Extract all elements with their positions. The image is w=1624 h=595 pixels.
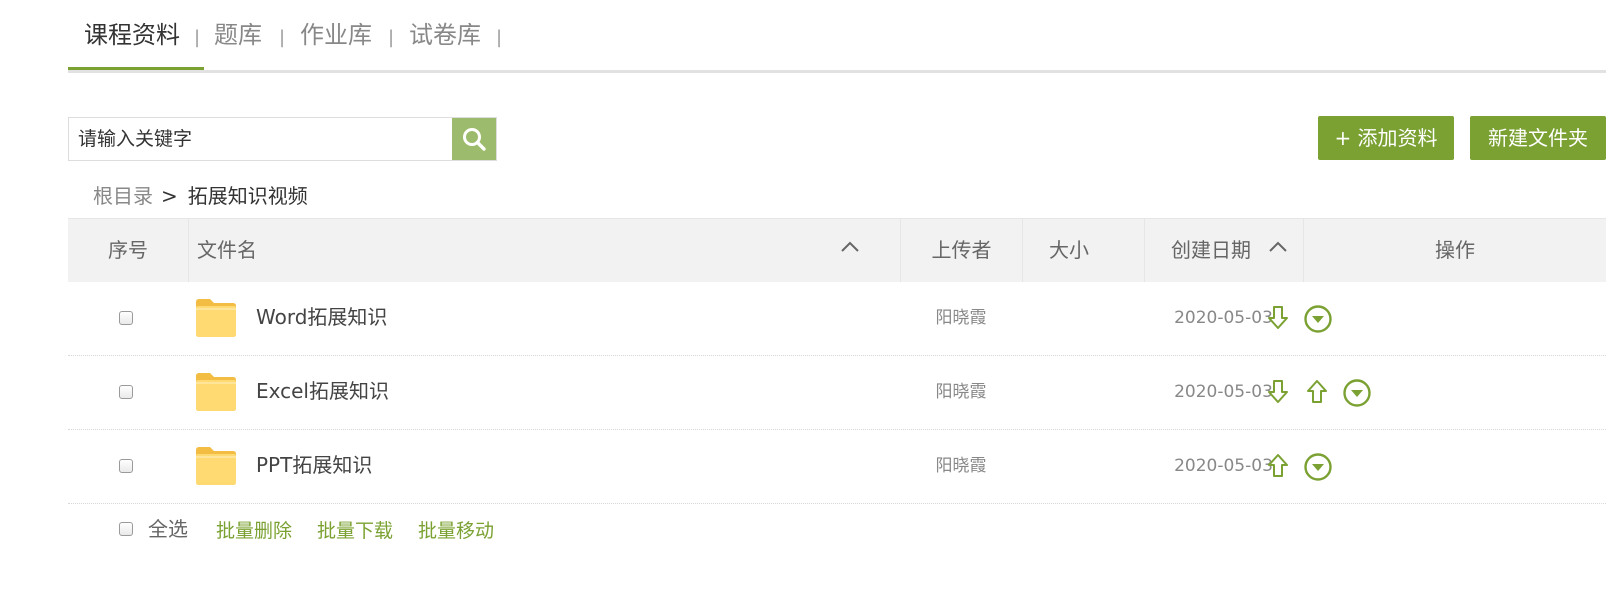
move-down-icon[interactable] — [1266, 304, 1290, 332]
header-date: 创建日期 — [1144, 219, 1303, 282]
add-material-button[interactable]: + 添加资料 — [1318, 116, 1454, 160]
sort-date-chevron-up-icon[interactable] — [1267, 239, 1289, 255]
tab-bar: 课程资料 | 题库 | 作业库 | 试卷库 | — [68, 0, 1606, 73]
breadcrumb-separator: > — [161, 184, 178, 208]
tab-separator: | — [496, 27, 503, 48]
row-checkbox[interactable] — [119, 385, 133, 399]
search-icon — [463, 128, 486, 151]
table-row: Word拓展知识 阳晓霞 2020-05-03 — [68, 282, 1606, 356]
header-date-label: 创建日期 — [1171, 238, 1251, 262]
row-checkbox[interactable] — [119, 459, 133, 473]
tab-homework-bank[interactable]: 作业库 — [300, 18, 372, 52]
table-row: Excel拓展知识 阳晓霞 2020-05-03 — [68, 356, 1606, 430]
row-checkbox[interactable] — [119, 311, 133, 325]
folder-icon — [196, 299, 236, 337]
header-file-name: 文件名 — [188, 219, 900, 282]
select-all-label[interactable]: 全选 — [148, 514, 188, 544]
header-file-name-label: 文件名 — [197, 238, 257, 262]
breadcrumb: 根目录 > 拓展知识视频 — [93, 181, 308, 211]
search-button[interactable] — [452, 118, 496, 160]
sort-name-chevron-up-icon[interactable] — [839, 239, 861, 255]
batch-actions-bar: 全选 批量删除 批量下载 批量移动 — [68, 510, 1606, 550]
tab-exam-bank[interactable]: 试卷库 — [409, 18, 481, 52]
breadcrumb-current: 拓展知识视频 — [187, 184, 308, 208]
tab-course-materials[interactable]: 课程资料 — [84, 18, 180, 52]
move-up-icon[interactable] — [1305, 378, 1329, 406]
tab-question-bank[interactable]: 题库 — [214, 18, 262, 52]
batch-download-link[interactable]: 批量下载 — [317, 516, 393, 546]
search-input[interactable] — [69, 118, 455, 160]
uploader-name: 阳晓霞 — [935, 308, 987, 328]
breadcrumb-root[interactable]: 根目录 — [93, 184, 153, 208]
move-down-icon[interactable] — [1266, 378, 1290, 406]
batch-move-link[interactable]: 批量移动 — [418, 516, 494, 546]
table-header: 序号 文件名 上传者 大小 创建日期 操作 — [68, 218, 1606, 282]
more-options-icon[interactable] — [1342, 378, 1372, 408]
tab-separator: | — [194, 27, 201, 48]
header-size: 大小 — [1022, 219, 1144, 282]
batch-delete-link[interactable]: 批量删除 — [216, 516, 292, 546]
file-table: 序号 文件名 上传者 大小 创建日期 操作 Word拓展知识 阳晓霞 2020-… — [68, 218, 1606, 504]
uploader-name: 阳晓霞 — [935, 456, 987, 476]
search-box — [68, 117, 497, 161]
active-tab-indicator — [68, 67, 204, 70]
folder-icon — [196, 373, 236, 411]
new-folder-button[interactable]: 新建文件夹 — [1470, 116, 1606, 160]
file-name-link[interactable]: Word拓展知识 — [256, 302, 387, 332]
header-operation: 操作 — [1303, 219, 1606, 282]
more-options-icon[interactable] — [1303, 452, 1333, 482]
file-name-link[interactable]: Excel拓展知识 — [256, 376, 389, 406]
uploader-name: 阳晓霞 — [935, 382, 987, 402]
folder-icon — [196, 447, 236, 485]
select-all-checkbox[interactable] — [119, 522, 133, 536]
more-options-icon[interactable] — [1303, 304, 1333, 334]
table-row: PPT拓展知识 阳晓霞 2020-05-03 — [68, 430, 1606, 504]
file-name-link[interactable]: PPT拓展知识 — [256, 450, 372, 480]
tab-separator: | — [279, 27, 286, 48]
header-index: 序号 — [108, 238, 148, 262]
header-uploader: 上传者 — [900, 219, 1022, 282]
tab-separator: | — [388, 27, 395, 48]
move-up-icon[interactable] — [1266, 452, 1290, 480]
